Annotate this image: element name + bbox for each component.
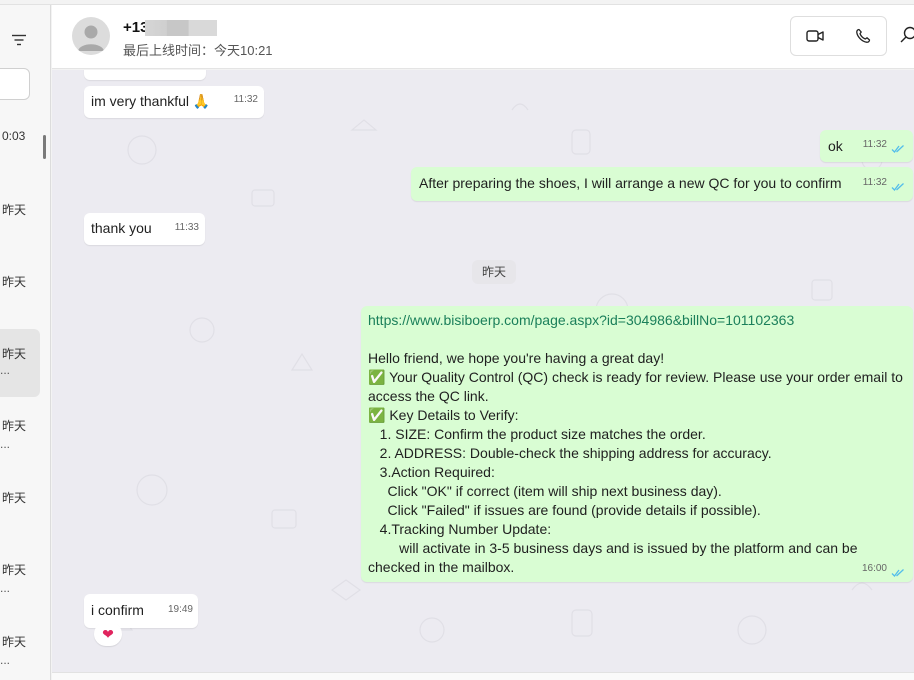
redacted-phone-number bbox=[145, 20, 217, 36]
message-text: i confirm bbox=[91, 602, 144, 618]
chat-time: 昨天 bbox=[2, 203, 27, 217]
filter-button[interactable] bbox=[8, 31, 30, 49]
search-input[interactable] bbox=[0, 68, 30, 100]
message-bubble-incoming[interactable]: thank you 11:33 bbox=[84, 213, 205, 245]
search-messages-button[interactable] bbox=[898, 25, 914, 47]
date-separator: 昨天 bbox=[472, 260, 516, 284]
message-time: 19:49 bbox=[167, 604, 193, 615]
message-time: 11:32 bbox=[233, 94, 258, 105]
chat-time: 昨天 bbox=[2, 563, 27, 577]
chat-list-item[interactable]: 昨天 bbox=[0, 489, 40, 557]
message-bubble-incoming[interactable]: im very thankful 🙏 11:32 bbox=[84, 86, 264, 118]
message-time: 16:00 bbox=[861, 563, 887, 574]
last-seen-status: 最后上线时间：今天10:21 bbox=[123, 43, 273, 58]
double-check-icon bbox=[891, 145, 904, 153]
chat-list-item[interactable]: 昨天 ... bbox=[0, 417, 40, 485]
phone-icon bbox=[856, 28, 871, 43]
person-icon bbox=[78, 25, 104, 51]
chat-time: 0:03 bbox=[2, 129, 26, 143]
chat-time: 昨天 bbox=[2, 347, 27, 361]
chat-snippet: ... bbox=[0, 437, 11, 451]
video-call-button[interactable] bbox=[791, 17, 839, 55]
filter-icon bbox=[12, 34, 26, 46]
chat-list-item[interactable]: 昨天 ... bbox=[0, 633, 40, 680]
chat-time: 昨天 bbox=[2, 419, 27, 433]
chat-time: 昨天 bbox=[2, 491, 27, 505]
video-call-icon bbox=[806, 30, 824, 42]
heart-reaction-icon[interactable]: ❤ bbox=[94, 622, 122, 646]
scrollbar[interactable] bbox=[43, 135, 46, 159]
chat-header: +13 最后上线时间：今天10:21 bbox=[52, 5, 914, 69]
message-time: 11:32 bbox=[862, 177, 887, 188]
message-time: 11:32 bbox=[862, 139, 887, 150]
chat-snippet: ... bbox=[0, 363, 11, 377]
message-text: im very thankful 🙏 bbox=[91, 93, 211, 109]
chat-list-sidebar: 0:03 昨天 昨天 昨天 ... 昨天 ... 昨天 昨天 ... 昨天 ..… bbox=[0, 5, 51, 680]
message-bubble-outgoing[interactable]: https://www.bisiboerp.com/page.aspx?id=3… bbox=[361, 306, 913, 582]
chat-list-item[interactable]: 0:03 bbox=[0, 129, 40, 197]
message-text: thank you bbox=[91, 220, 152, 236]
chat-list-item[interactable]: 昨天 bbox=[0, 201, 40, 269]
qc-link[interactable]: https://www.bisiboerp.com/page.aspx?id=3… bbox=[368, 311, 904, 330]
message-bubble-incoming[interactable] bbox=[84, 70, 206, 80]
chat-time: 昨天 bbox=[2, 635, 27, 649]
avatar[interactable] bbox=[72, 17, 110, 55]
double-check-icon bbox=[891, 569, 904, 577]
chat-snippet: ... bbox=[0, 653, 11, 667]
search-icon bbox=[900, 26, 914, 43]
message-text: After preparing the shoes, I will arrang… bbox=[419, 175, 842, 191]
message-bubble-outgoing[interactable]: After preparing the shoes, I will arrang… bbox=[411, 167, 913, 201]
chat-list-item-active[interactable]: 昨天 ... bbox=[0, 329, 40, 397]
chat-snippet: ... bbox=[0, 581, 11, 595]
composer-bar bbox=[52, 672, 914, 680]
message-text: Hello friend, we hope you're having a gr… bbox=[368, 350, 903, 575]
message-area[interactable]: im very thankful 🙏 11:32 ok 11:32 After … bbox=[52, 70, 914, 672]
message-time: 11:33 bbox=[174, 222, 199, 233]
message-bubble-outgoing[interactable]: ok 11:32 bbox=[820, 130, 913, 162]
chat-list-item[interactable]: 昨天 ... bbox=[0, 561, 40, 629]
message-text: ok bbox=[828, 138, 843, 154]
call-button-group bbox=[790, 16, 887, 56]
double-check-icon bbox=[891, 183, 904, 191]
voice-call-button[interactable] bbox=[839, 17, 887, 55]
chat-time: 昨天 bbox=[2, 275, 27, 289]
